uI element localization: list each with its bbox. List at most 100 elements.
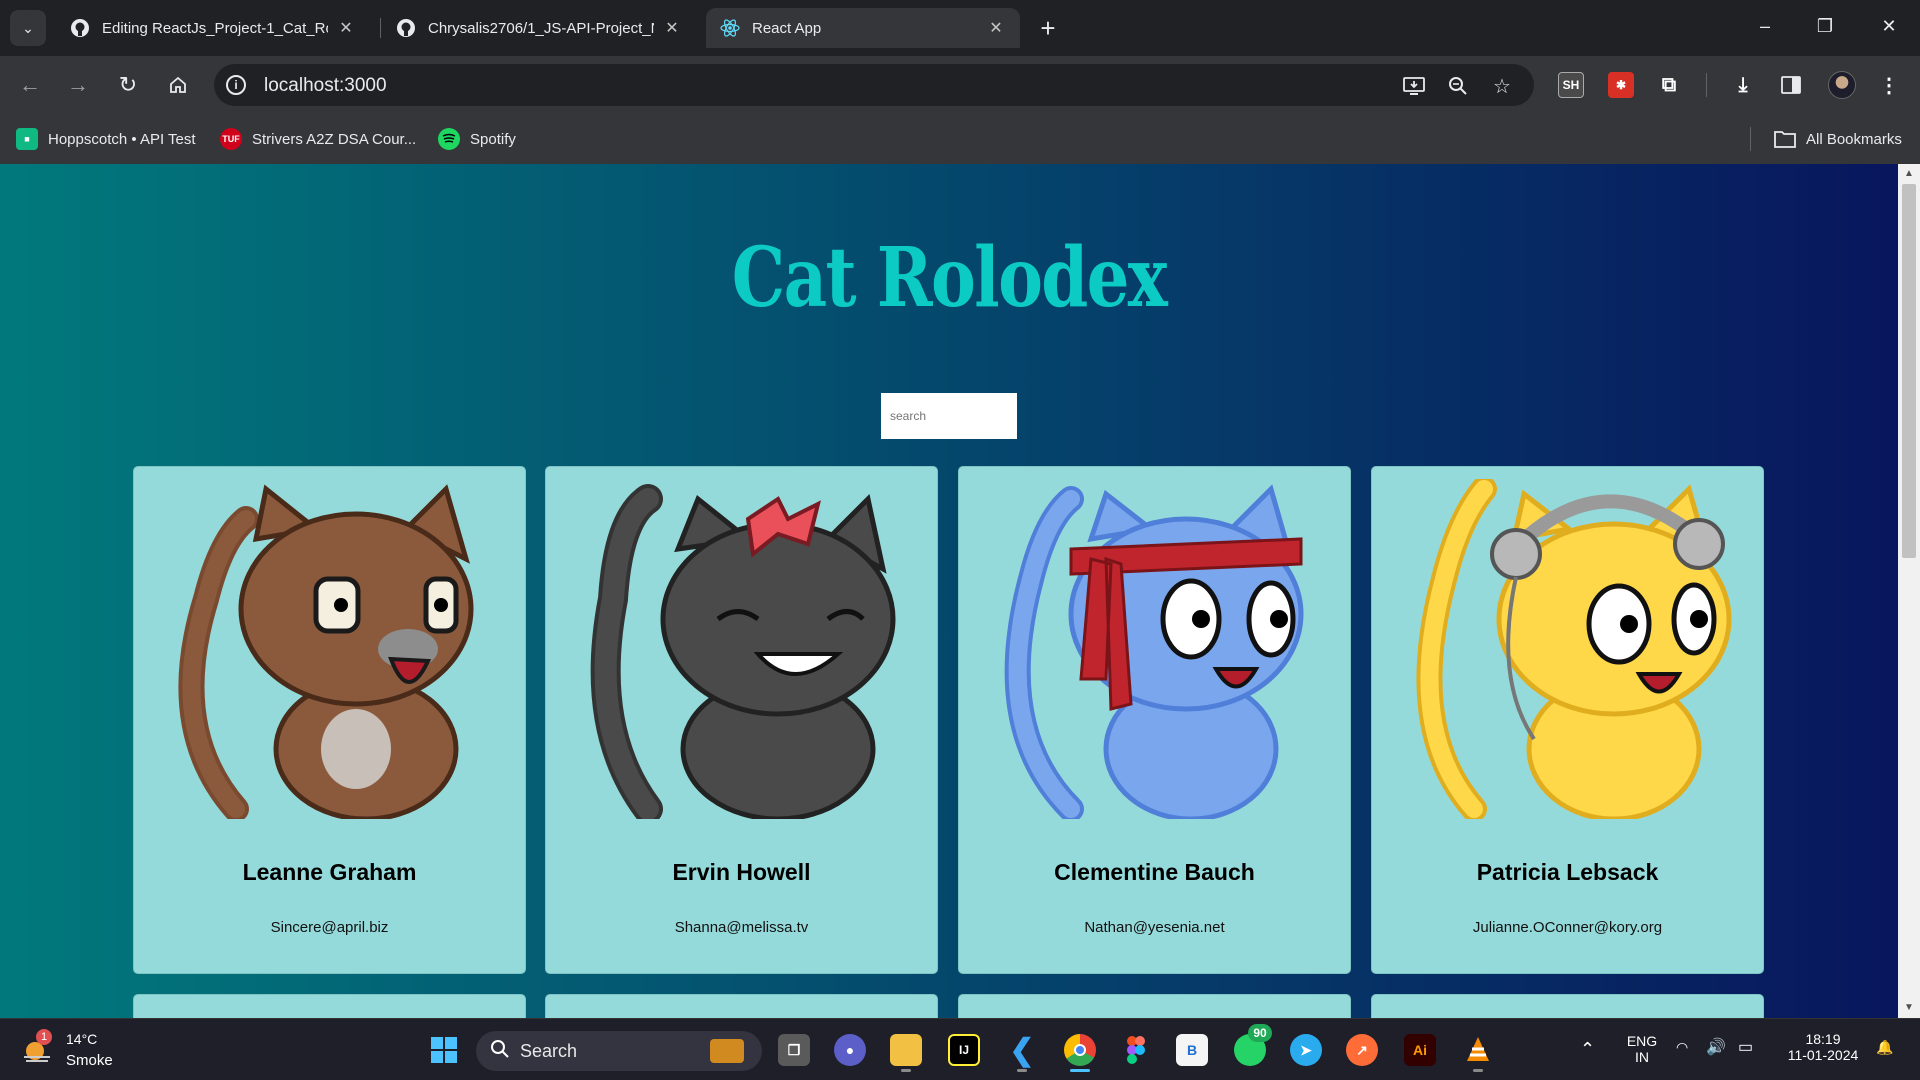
cat-name: Ervin Howell <box>672 859 811 885</box>
hoppscotch-icon: ■ <box>16 128 38 150</box>
restore-icon[interactable]: ❐ <box>1802 6 1848 46</box>
clock-date: 11-01-2024 <box>1787 1047 1859 1063</box>
scroll-up-icon[interactable]: ▲ <box>1903 168 1915 180</box>
address-bar[interactable]: i localhost:3000 ☆ <box>214 64 1534 106</box>
postman-icon[interactable]: ↗ <box>1346 1034 1378 1066</box>
clock-time: 18:19 <box>1805 1031 1841 1047</box>
chrome-icon[interactable] <box>1064 1034 1096 1072</box>
cat-card[interactable]: Leanne Graham Sincere@april.biz <box>133 466 526 974</box>
sh-extension-icon[interactable]: SH <box>1558 72 1584 98</box>
tab-title: Chrysalis2706/1_JS-API-Project_Ne <box>428 19 654 37</box>
window-close-icon[interactable]: ✕ <box>1866 6 1912 46</box>
new-tab-button[interactable]: + <box>1032 12 1064 44</box>
scroll-down-icon[interactable]: ▼ <box>1903 1002 1915 1014</box>
wifi-icon[interactable]: ◠ <box>1676 1039 1688 1056</box>
bookmark-strivers[interactable]: TUF Strivers A2Z DSA Cour... <box>220 127 416 151</box>
tab-react-app[interactable]: React App ✕ <box>706 8 1020 48</box>
profile-avatar[interactable] <box>1828 71 1856 99</box>
windows-taskbar: 1 14°C Smoke Search ❐ ● IJ ❮ B 90 ➤ ↗ Ai… <box>0 1018 1920 1080</box>
language-line2: IN <box>1635 1049 1649 1065</box>
tuf-icon: TUF <box>220 128 242 150</box>
bookmark-spotify[interactable]: Spotify <box>438 127 516 151</box>
all-bookmarks-label: All Bookmarks <box>1806 130 1902 148</box>
cat-name: Leanne Graham <box>242 859 417 885</box>
notification-bell-icon[interactable]: 🔔 <box>1876 1039 1893 1056</box>
cat-avatar-image <box>590 484 896 819</box>
menu-kebab-icon[interactable]: ⋮ <box>1876 72 1902 98</box>
page-viewport: Cat Rolodex Leanne Graham Sincere@april.… <box>0 164 1898 1018</box>
cat-email: Nathan@yesenia.net <box>1084 919 1225 936</box>
cat-card[interactable]: Clementine Bauch Nathan@yesenia.net <box>958 466 1351 974</box>
reload-icon[interactable]: ↻ <box>112 69 144 101</box>
scrollbar-thumb[interactable] <box>1902 184 1916 558</box>
weather-badge: 1 <box>36 1029 52 1045</box>
minimize-icon[interactable]: – <box>1742 6 1788 46</box>
search-input[interactable] <box>881 393 1017 439</box>
taskbar-search[interactable]: Search <box>476 1031 762 1071</box>
close-icon[interactable]: ✕ <box>336 18 356 38</box>
cat-email: Shanna@melissa.tv <box>674 919 809 936</box>
tab-title: Editing ReactJs_Project-1_Cat_Rolo <box>102 19 328 37</box>
app-title: Cat Rolodex <box>731 230 1168 326</box>
intellij-icon[interactable]: IJ <box>948 1034 980 1066</box>
telegram-icon[interactable]: ➤ <box>1290 1034 1322 1066</box>
teams-chat-icon[interactable]: ● <box>834 1034 866 1066</box>
cat-card-partial[interactable] <box>958 994 1351 1018</box>
file-explorer-icon[interactable] <box>890 1034 922 1072</box>
tab-title: React App <box>752 19 822 37</box>
cat-card-partial[interactable] <box>1371 994 1764 1018</box>
extensions-puzzle-icon[interactable]: ⧉ <box>1656 72 1682 98</box>
bookmark-star-icon[interactable]: ☆ <box>1490 74 1514 98</box>
side-panel-icon[interactable] <box>1778 72 1804 98</box>
url-text: localhost:3000 <box>264 75 387 96</box>
cat-avatar-image <box>1004 484 1304 819</box>
download-icon[interactable]: ⤓ <box>1730 72 1756 98</box>
cat-name: Patricia Lebsack <box>1476 859 1659 885</box>
vlc-icon[interactable] <box>1462 1034 1494 1072</box>
clock[interactable]: 18:19 11-01-2024 <box>1778 1031 1868 1063</box>
vscode-icon[interactable]: ❮ <box>1006 1034 1038 1072</box>
cat-card[interactable]: Ervin Howell Shanna@melissa.tv <box>545 466 938 974</box>
tab-github-repo[interactable]: Chrysalis2706/1_JS-API-Project_Ne ✕ <box>382 8 696 48</box>
whatsapp-icon[interactable]: 90 <box>1234 1024 1272 1066</box>
spotify-icon <box>438 128 460 150</box>
task-view-icon[interactable]: ❐ <box>778 1034 810 1066</box>
close-icon[interactable]: ✕ <box>662 18 682 38</box>
zoom-icon[interactable] <box>1446 74 1470 98</box>
document-app-icon[interactable]: B <box>1176 1034 1208 1066</box>
forward-icon[interactable]: → <box>62 69 94 101</box>
language-line1: ENG <box>1626 1033 1658 1049</box>
home-icon[interactable] <box>162 69 194 101</box>
site-info-icon[interactable]: i <box>226 75 246 95</box>
battery-icon[interactable]: ▭ <box>1738 1037 1753 1057</box>
figma-icon[interactable] <box>1120 1034 1152 1066</box>
weather-icon[interactable]: 1 <box>22 1029 52 1063</box>
tab-strip: ⌄ Editing ReactJs_Project-1_Cat_Rolo ✕ C… <box>0 0 1920 56</box>
tab-search-button[interactable]: ⌄ <box>10 10 46 46</box>
close-icon[interactable]: ✕ <box>986 18 1006 38</box>
install-app-icon[interactable] <box>1402 74 1426 98</box>
cat-card[interactable]: Patricia Lebsack Julianne.OConner@kory.o… <box>1371 466 1764 974</box>
search-icon <box>490 1039 510 1064</box>
briefcase-icon <box>710 1039 744 1063</box>
tray-overflow-icon[interactable]: ⌃ <box>1580 1039 1595 1060</box>
volume-icon[interactable]: 🔊 <box>1706 1037 1726 1057</box>
cat-card-partial[interactable] <box>133 994 526 1018</box>
language-indicator[interactable]: ENG IN <box>1624 1033 1660 1065</box>
chevron-down-icon: ⌄ <box>22 19 34 36</box>
folder-icon <box>1774 128 1796 150</box>
cat-card-partial[interactable] <box>545 994 938 1018</box>
all-bookmarks[interactable]: All Bookmarks <box>1774 127 1902 151</box>
tab-editing-repo[interactable]: Editing ReactJs_Project-1_Cat_Rolo ✕ <box>56 8 370 48</box>
ublock-extension-icon[interactable]: ✱ <box>1608 72 1634 98</box>
back-icon[interactable]: ← <box>14 69 46 101</box>
page-scrollbar[interactable]: ▲ ▼ <box>1898 164 1920 1018</box>
bookmarks-divider <box>1750 127 1751 151</box>
windows-start-icon[interactable] <box>428 1034 460 1066</box>
weather-temperature: 14°C <box>66 1031 98 1047</box>
bookmark-hoppscotch[interactable]: ■ Hoppscotch • API Test <box>16 127 196 151</box>
illustrator-icon[interactable]: Ai <box>1404 1034 1436 1066</box>
cat-avatar-image <box>1416 479 1732 819</box>
cat-name: Clementine Bauch <box>1054 859 1255 885</box>
tab-divider <box>380 18 381 38</box>
